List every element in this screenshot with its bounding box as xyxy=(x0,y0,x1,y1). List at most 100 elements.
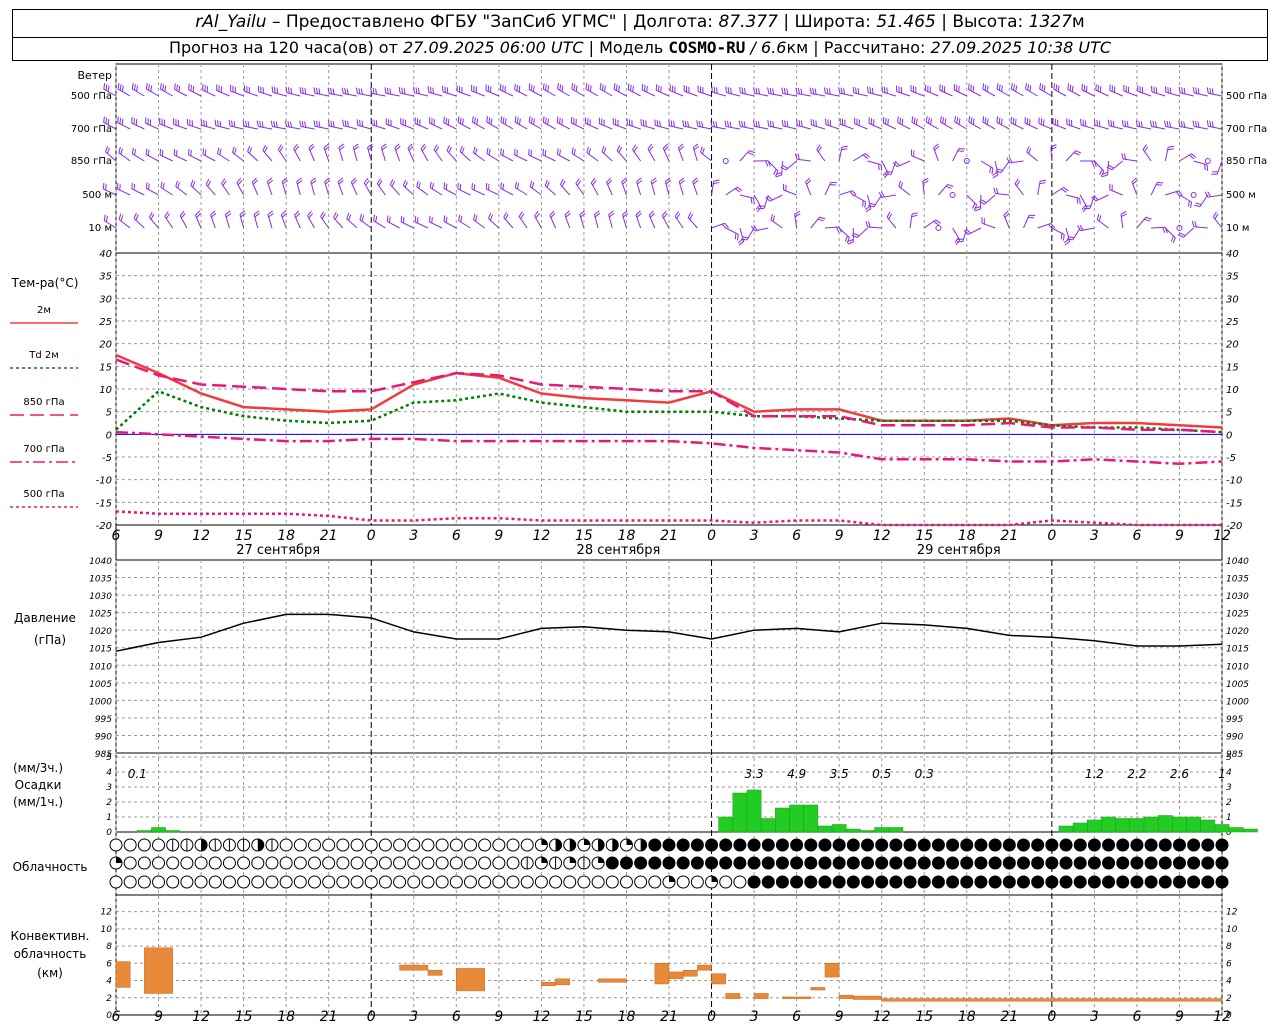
cloud-symbol xyxy=(903,875,917,889)
wind-barb-feather xyxy=(561,118,563,125)
cloud-circle xyxy=(435,856,449,870)
conv-cloud-bar xyxy=(399,964,429,971)
precip-bar xyxy=(1143,816,1159,833)
wind-barb-feather xyxy=(304,121,307,128)
wind-barb-feather xyxy=(865,221,869,228)
cloud-symbol xyxy=(1130,856,1144,870)
wind-barb-feather xyxy=(899,117,902,124)
wind-barb-feather xyxy=(474,117,476,124)
wind-barb-feather xyxy=(1211,121,1214,128)
hour-tick-label: 18 xyxy=(277,528,295,544)
wind-barb-feather xyxy=(687,121,690,128)
wind-barb-feather xyxy=(840,87,843,94)
wind-barb-feather xyxy=(971,202,976,209)
wind-barb-feather xyxy=(982,116,985,123)
cloud-symbol xyxy=(662,875,676,889)
wind-barb-feather xyxy=(1067,83,1070,90)
cloud-symbol xyxy=(1215,856,1229,870)
cloud-symbol xyxy=(931,875,945,889)
wind-barb-feather xyxy=(103,214,106,221)
cloud-circle xyxy=(960,838,974,852)
wind-barb-feather xyxy=(898,180,902,187)
wind-barb-feather xyxy=(869,202,876,206)
cloud-circle xyxy=(449,875,463,889)
precip-bar xyxy=(1129,818,1145,833)
wind-barb-feather xyxy=(1027,84,1030,91)
wind-barb-feather xyxy=(1025,83,1027,90)
cloud-symbol xyxy=(1045,856,1059,870)
hour-tick-label: 6 xyxy=(1132,528,1141,544)
cloud-symbol xyxy=(1172,856,1186,870)
cloud-circle xyxy=(875,838,889,852)
wind-barb-feather xyxy=(1043,85,1046,92)
wind-barb-feather xyxy=(546,181,550,188)
wind-barb-feather xyxy=(841,145,848,148)
pressure-tick-label: 1000 xyxy=(89,697,112,707)
precip-bar xyxy=(746,789,762,833)
cloud-symbol xyxy=(478,838,492,852)
cloud-circle xyxy=(194,856,208,870)
cloud-symbol xyxy=(1059,875,1073,889)
wind-barb-feather xyxy=(687,211,692,218)
wind-barb-feather xyxy=(231,120,233,127)
temp-tick-label: 10 xyxy=(99,385,112,396)
cloud-circle xyxy=(279,875,293,889)
wind-barb-feather xyxy=(1010,116,1013,123)
cloud-symbol xyxy=(1187,838,1201,852)
wind-barb-feather xyxy=(585,83,588,90)
cloud-mark xyxy=(257,839,264,851)
cloud-symbol xyxy=(407,856,421,870)
cloud-symbol xyxy=(194,856,208,870)
cloud-symbol xyxy=(747,875,761,889)
cloud-symbol xyxy=(393,838,407,852)
cloud-symbol xyxy=(889,856,903,870)
wind-barb-feather xyxy=(516,182,520,190)
temp-tick-label: 5 xyxy=(106,408,112,419)
wind-barb-feather xyxy=(502,117,505,124)
conv-cloud-bar xyxy=(881,998,1223,1002)
cloud-mark xyxy=(541,839,548,845)
cloud-circle xyxy=(1002,838,1016,852)
wind-barb-feather xyxy=(689,213,694,220)
hour-tick-label: 3 xyxy=(750,1009,759,1024)
cloud-symbol xyxy=(931,838,945,852)
cloud-symbol xyxy=(1073,875,1087,889)
wind-barb-feather xyxy=(174,83,176,90)
cloud-symbol xyxy=(719,838,733,852)
wind-barb-feather xyxy=(200,119,203,126)
temp-tick-label: 0 xyxy=(1226,430,1232,441)
conv-tick-label: 4 xyxy=(106,977,112,987)
wind-barb-feather xyxy=(457,182,459,189)
wind-barb-feather xyxy=(389,88,392,95)
wind-barb-feather xyxy=(474,215,478,222)
wind-barb-feather xyxy=(472,146,476,153)
cloud-symbol xyxy=(705,875,719,889)
conv-cloud-bar xyxy=(810,987,826,991)
precip-bar xyxy=(1243,828,1258,833)
cloud-symbol xyxy=(449,856,463,870)
wind-barb-feather xyxy=(1112,120,1115,127)
cloud-symbol xyxy=(676,875,690,889)
wind-barb-feather xyxy=(1057,85,1060,92)
pressure-tick-label: 1015 xyxy=(89,645,112,655)
conv-tick-label: 12 xyxy=(1226,908,1238,918)
wind-barb-feather xyxy=(133,183,136,191)
precip-total-label: 0.5 xyxy=(872,767,891,781)
cloud-symbol xyxy=(988,856,1002,870)
wind-barb-feather xyxy=(1209,120,1212,127)
wind-barb-feather xyxy=(1197,121,1200,128)
wind-barb-feather xyxy=(1098,120,1101,127)
cloud-symbol xyxy=(761,875,775,889)
wind-barb-feather xyxy=(974,208,981,212)
wind-barb-feather xyxy=(1178,120,1181,127)
wind-barb-feather xyxy=(402,216,405,224)
wind-barb-feather xyxy=(986,118,989,125)
cloud-circle xyxy=(733,856,747,870)
wind-barb-feather xyxy=(927,117,930,124)
wind-barb-feather xyxy=(1152,120,1155,128)
wind-barb-feather xyxy=(885,117,887,125)
cloud-circle xyxy=(293,875,307,889)
precip-bar xyxy=(1058,825,1074,833)
wind-barb-feather xyxy=(958,118,961,125)
wind-barb-feather xyxy=(1178,86,1181,93)
